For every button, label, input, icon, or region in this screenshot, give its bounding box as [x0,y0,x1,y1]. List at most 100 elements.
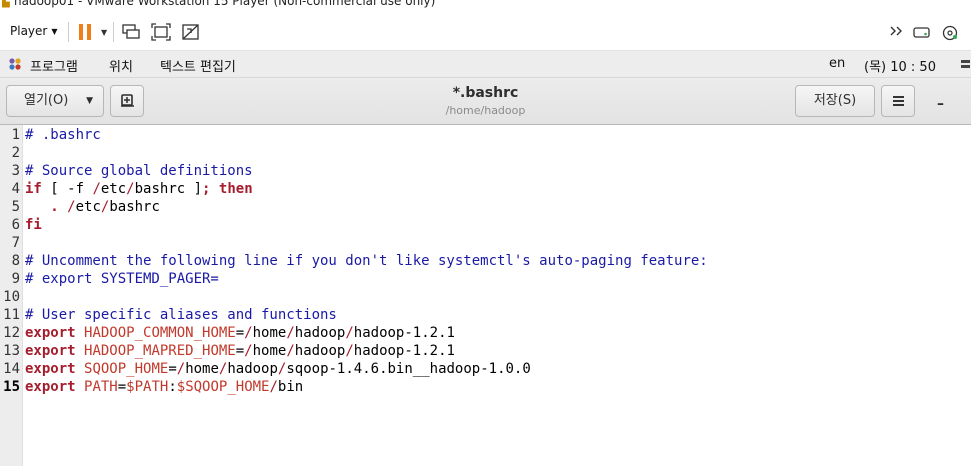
line-number: 11 [3,307,20,323]
gedit-header-bar: 열기(O) ▼ *.bashrc /home/hadoop 저장(S) – [0,78,971,125]
code-line[interactable]: 5 . /etc/bashrc [0,198,971,216]
code-token: export [25,361,76,377]
code-line[interactable]: 14 export SQOOP_HOME=/home/hadoop/sqoop-1… [0,360,971,378]
toolbar-divider [68,22,69,42]
code-token: / [244,343,253,359]
code-token: # .bashrc [25,127,101,143]
vmware-window-title: hadoop01 - VMware Workstation 15 Player … [14,0,436,8]
code-token: home [252,343,287,359]
code-token: / [244,325,253,341]
code-line[interactable]: 2 [0,144,971,162]
system-menu-icon[interactable] [960,57,971,71]
applications-icon [9,58,21,70]
keyboard-layout-indicator[interactable]: en [829,56,845,71]
cd-dvd-icon[interactable] [942,25,958,41]
line-text: # Source global definitions [25,162,253,180]
code-token: . [50,199,59,215]
clock[interactable]: (목) 10 : 50 [864,56,936,75]
code-token: # export SYSTEMD_PAGER= [25,271,219,287]
vmware-title-bar: ▙ hadoop01 - VMware Workstation 15 Playe… [0,0,971,12]
code-line[interactable]: 8 # Uncomment the following line if you d… [0,252,971,270]
chevron-down-icon[interactable]: ▼ [101,28,107,37]
code-token: HADOOP_COMMON_HOME [84,325,236,341]
line-text: export SQOOP_HOME=/home/hadoop/sqoop-1.4… [25,360,531,378]
line-number: 14 [3,361,20,377]
code-line[interactable]: 3 # Source global definitions [0,162,971,180]
applications-menu[interactable]: 프로그램 [30,56,78,75]
minimize-button[interactable]: – [937,96,944,112]
pause-icon[interactable] [78,24,92,40]
code-token: # User specific aliases and functions [25,307,337,323]
line-number: 3 [11,163,20,179]
code-token: # Source global definitions [25,163,253,179]
code-line[interactable]: 13 export HADOOP_MAPRED_HOME=/home/hadoop… [0,342,971,360]
double-chevron-right-icon[interactable] [889,25,905,37]
line-text: . /etc/bashrc [25,198,160,216]
line-number: 15 [3,379,20,395]
hamburger-menu-button[interactable] [881,85,915,117]
code-line[interactable]: 11 # User specific aliases and functions [0,306,971,324]
vmware-app-icon: ▙ [2,0,10,8]
code-token: export [25,343,76,359]
code-token: [ -f [41,181,93,197]
code-token: $SQOOP_HOME [176,379,270,395]
code-token: $PATH [126,379,169,395]
code-token: bin [277,379,304,395]
code-token: fi [25,217,42,233]
unity-mode-icon[interactable] [181,23,201,41]
code-token: hadoop [294,325,346,341]
code-line[interactable]: 10 [0,288,971,306]
code-token: / [286,343,295,359]
code-line[interactable]: 4 if [ -f /etc/bashrc ]; then [0,180,971,198]
code-token: home [185,361,219,377]
code-line[interactable]: 12 export HADOOP_COMMON_HOME=/home/hadoop… [0,324,971,342]
code-token: = [235,325,245,341]
code-token: etc [100,181,127,197]
line-text: # export SYSTEMD_PAGER= [25,270,219,288]
gnome-top-bar: 프로그램 위치 텍스트 편집기 en (목) 10 : 50 [0,51,971,78]
code-token: hadoop [227,361,278,377]
line-number: 13 [3,343,20,359]
code-token: hadoop [294,343,346,359]
line-number: 9 [11,271,20,287]
code-token: PATH [84,379,118,395]
code-token: home [252,325,287,341]
code-token: / [269,379,278,395]
active-app-menu[interactable]: 텍스트 편집기 [160,56,236,75]
hard-disk-icon[interactable] [913,25,931,39]
line-text: export HADOOP_COMMON_HOME=/home/hadoop/h… [25,324,455,342]
code-token: sqoop-1.4.6.bin__hadoop-1.0.0 [286,361,531,377]
line-text: # Uncomment the following line if you do… [25,252,708,270]
toolbar-divider [113,22,114,42]
save-button[interactable]: 저장(S) [795,85,875,117]
code-token: bashrc [109,199,160,215]
line-number: 2 [11,145,20,161]
text-editor[interactable]: 1 # .bashrc 2 3 # Source global definitions 4… [0,125,971,466]
code-token: / [126,181,135,197]
code-token: export [25,379,76,395]
player-menu-label: Player [10,24,48,38]
player-menu[interactable]: Player ▼ [10,24,58,38]
line-number: 8 [11,253,20,269]
code-token: / [67,199,76,215]
send-ctrl-alt-del-icon[interactable] [121,23,141,41]
fullscreen-icon[interactable] [151,23,171,41]
code-line[interactable]: 15 export PATH=$PATH:$SQOOP_HOME/bin [0,378,971,396]
vmware-toolbar: Player ▼ ▼ [0,12,971,51]
code-token: export [25,325,76,341]
code-token: bashrc ] [134,181,203,197]
code-token: / [345,325,354,341]
code-line[interactable]: 6 fi [0,216,971,234]
code-line[interactable]: 7 [0,234,971,252]
code-line[interactable]: 9 # export SYSTEMD_PAGER= [0,270,971,288]
code-token: = [168,361,177,377]
line-number: 10 [3,289,20,305]
line-text: fi [25,216,42,234]
code-line[interactable]: 1 # .bashrc [0,126,971,144]
places-menu[interactable]: 위치 [109,56,133,75]
